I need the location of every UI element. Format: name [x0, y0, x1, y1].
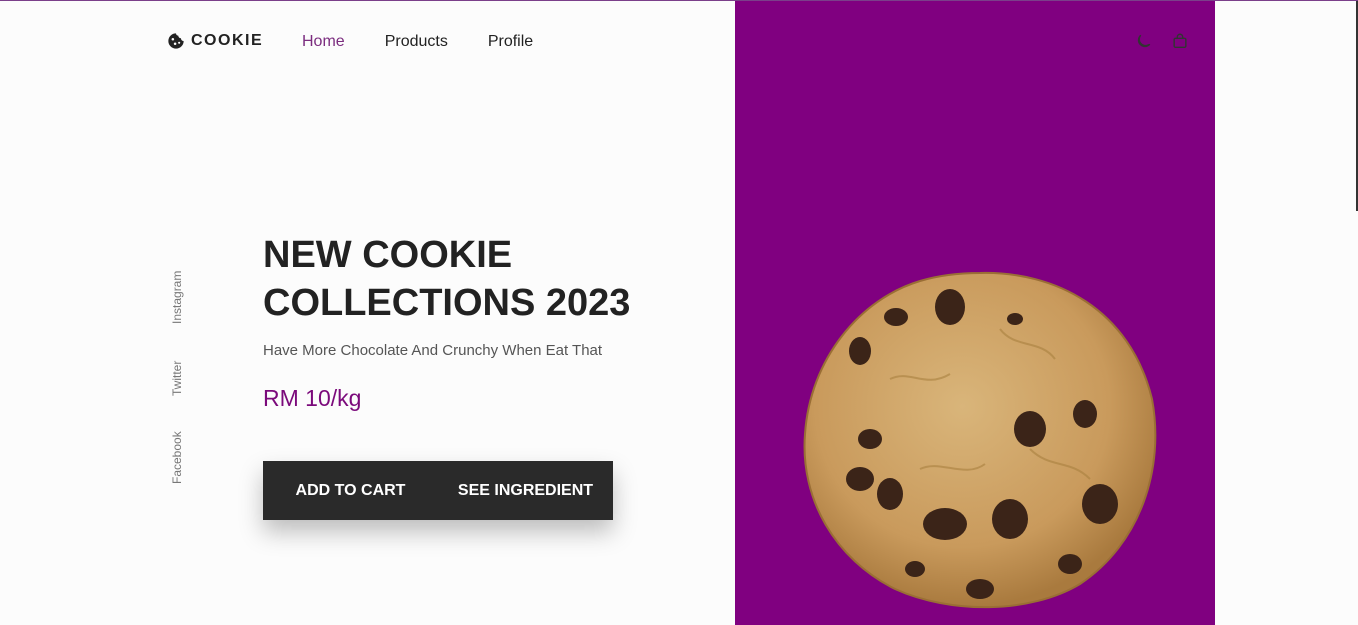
social-links: Instagram Twitter Facebook	[170, 261, 192, 491]
cookie-image	[803, 271, 1157, 609]
nav-products[interactable]: Products	[385, 33, 448, 51]
moon-icon[interactable]	[1135, 32, 1153, 50]
shopping-bag-icon[interactable]	[1171, 32, 1189, 50]
hero-price: RM 10/kg	[263, 385, 362, 411]
social-instagram[interactable]: Instagram	[170, 271, 184, 324]
hero-title-line1: NEW COOKIE	[263, 234, 513, 276]
brand-name: COOKIE	[191, 32, 264, 49]
social-facebook[interactable]: Facebook	[170, 431, 184, 484]
header-actions	[1135, 32, 1189, 50]
nav-profile[interactable]: Profile	[488, 33, 533, 51]
nav-home[interactable]: Home	[302, 33, 345, 51]
hero-buttons: ADD TO CART SEE INGREDIENT	[263, 461, 613, 520]
hero-title: NEW COOKIE COLLECTIONS 2023	[263, 231, 683, 327]
hero-title-line2: COLLECTIONS 2023	[263, 282, 631, 324]
cookie-icon	[168, 33, 184, 49]
social-twitter[interactable]: Twitter	[170, 361, 184, 396]
brand-logo[interactable]: COOKIE	[167, 32, 263, 50]
add-to-cart-button[interactable]: ADD TO CART	[263, 461, 438, 520]
see-ingredient-button[interactable]: SEE INGREDIENT	[438, 461, 613, 520]
main-nav: Home Products Profile	[302, 33, 533, 51]
hero-subtitle: Have More Chocolate And Crunchy When Eat…	[263, 342, 603, 359]
